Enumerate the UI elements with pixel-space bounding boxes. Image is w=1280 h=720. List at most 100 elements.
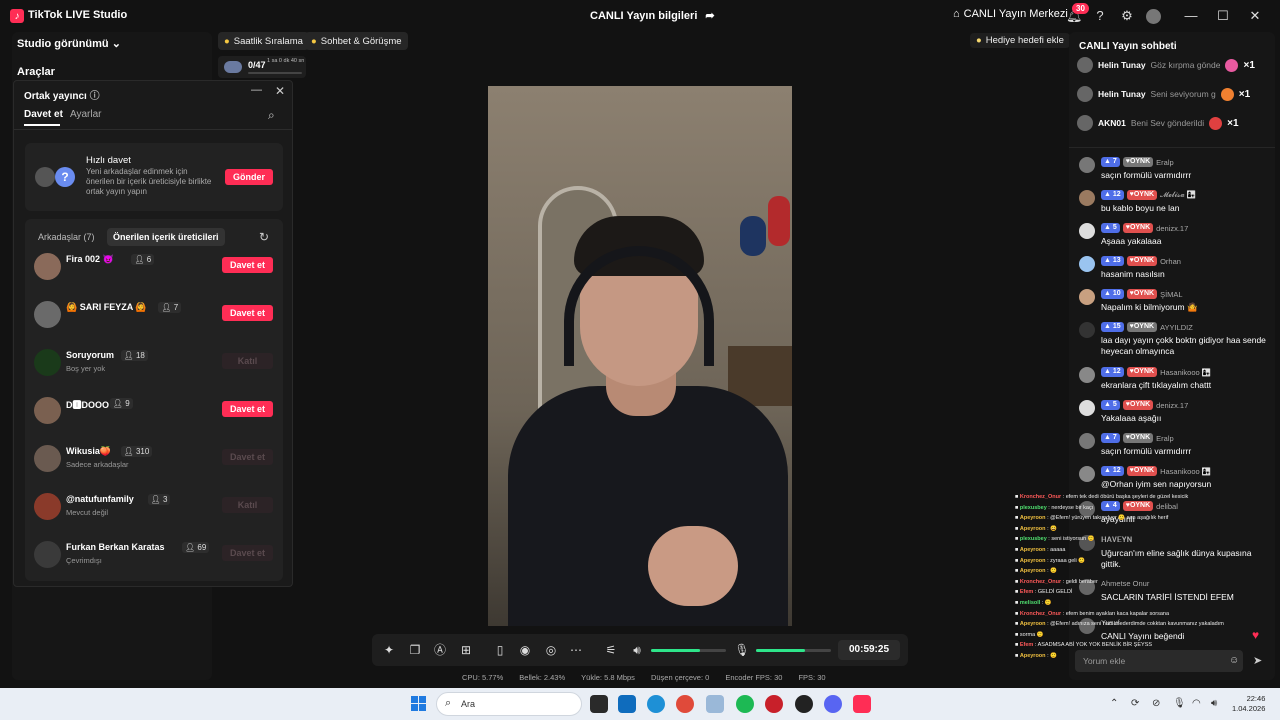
live-center-button[interactable]: ⌂ CANLI Yayın Merkezi (953, 8, 1068, 20)
chat-meet-button[interactable]: ● Sohbet & Görüşme (305, 32, 408, 50)
notification-badge: 30 (1072, 3, 1089, 14)
windows-start-icon[interactable] (411, 696, 427, 712)
close-icon[interactable]: ✕ (275, 84, 285, 98)
avatar[interactable] (1079, 400, 1095, 416)
close-icon[interactable]: ✕ (1247, 8, 1263, 24)
avatar[interactable] (1079, 367, 1095, 383)
wifi-icon[interactable]: ◠ (1192, 698, 1201, 709)
effects-icon[interactable]: ❐ (406, 641, 424, 659)
avatar[interactable] (1079, 223, 1095, 239)
sync-icon[interactable]: ⟳ (1131, 698, 1139, 709)
info-icon[interactable]: ⓘ (90, 91, 100, 102)
phone-icon[interactable]: ▯ (491, 641, 509, 659)
send-button[interactable]: Gönder (225, 169, 273, 185)
tab-settings[interactable]: Ayarlar (70, 109, 102, 120)
hourly-ranking-button[interactable]: ● Saatlik Sıralama (218, 32, 309, 50)
avatar[interactable] (34, 301, 61, 328)
maximize-icon[interactable]: ☐ (1215, 8, 1231, 24)
chat-username[interactable]: denizx.17 (1156, 224, 1188, 233)
media-player-icon[interactable] (765, 695, 783, 713)
heart-icon[interactable]: ♥ (1252, 628, 1259, 642)
invite-button[interactable]: Davet et (222, 305, 273, 321)
level-value: 12 (1112, 368, 1121, 375)
volume-tray-icon[interactable]: 🔊︎ (1211, 698, 1217, 709)
avatar[interactable] (1079, 190, 1095, 206)
avatar[interactable] (34, 541, 61, 568)
refresh-icon[interactable]: ↻ (259, 230, 269, 244)
help-icon[interactable]: ? (1092, 8, 1108, 24)
live-info-button[interactable]: CANLI Yayın bilgileri ➦ (590, 9, 715, 23)
fan-badge: ♥OYNK (1122, 400, 1154, 410)
chrome-icon[interactable] (676, 695, 694, 713)
studio-view-dropdown[interactable]: Studio görünümü ⌄ (17, 37, 121, 50)
avatar[interactable] (1079, 157, 1095, 173)
chat-username[interactable]: Orhan (1160, 257, 1181, 266)
add-gift-goal-button[interactable]: ● Hediye hedefi ekle (970, 33, 1070, 48)
chat-username[interactable]: Eralp (1156, 158, 1174, 167)
avatar[interactable] (1079, 466, 1095, 482)
avatar[interactable] (1079, 433, 1095, 449)
game-app-icon[interactable] (795, 695, 813, 713)
tab-friends[interactable]: Arkadaşlar (7) (38, 232, 95, 242)
avatar[interactable] (1079, 322, 1095, 338)
settings-sliders-icon[interactable]: ⚟ (602, 641, 620, 659)
chevron-up-icon[interactable]: ⌃ (1110, 698, 1118, 709)
ai-icon[interactable]: Ⓐ (431, 641, 449, 659)
gift-user[interactable]: Helin Tunay (1098, 60, 1146, 70)
avatar[interactable] (1077, 86, 1093, 102)
invite-button[interactable]: Davet et (222, 257, 273, 273)
magic-wand-icon[interactable]: ✦ (380, 641, 398, 659)
taskbar-search[interactable]: ⌕ Ara (436, 692, 582, 716)
avatar[interactable] (34, 397, 61, 424)
speaker-volume-slider[interactable] (651, 649, 726, 652)
vpn-icon[interactable]: ⊘ (1152, 698, 1160, 709)
avatar[interactable] (1146, 9, 1161, 24)
gift-user[interactable]: Helin Tunay (1098, 89, 1146, 99)
gift-progress-widget[interactable]: 0/47 1 sa 0 dk 40 sn (218, 56, 306, 78)
spotify-icon[interactable] (736, 695, 754, 713)
chat-username[interactable]: 𝓜𝓮𝓵𝓲𝓼𝓪 👩‍👧 (1160, 190, 1196, 200)
tiktok-taskbar-icon[interactable] (853, 695, 871, 713)
avatar[interactable] (1079, 256, 1095, 272)
chat-username[interactable]: ŞİMAL (1160, 290, 1183, 299)
gift-user[interactable]: AKN01 (1098, 118, 1126, 128)
speaker-icon[interactable]: 🔊︎ (628, 641, 646, 659)
avatar[interactable] (1079, 289, 1095, 305)
chat-username[interactable]: denizx.17 (1156, 401, 1188, 410)
mic-tray-icon[interactable]: 🎙︎ (1173, 698, 1186, 709)
microphone-icon[interactable]: 🎙︎ (733, 641, 751, 659)
overlay-text: : @Efem! yürüyen takımdyor 🙂 sen aşağılı… (1047, 515, 1169, 522)
tab-invite[interactable]: Davet et (24, 109, 63, 126)
share-icon: ➦ (705, 10, 715, 22)
avatar[interactable] (34, 253, 61, 280)
avatar[interactable] (1077, 57, 1093, 73)
gift-item: Helin Tunay Göz kırpma gönde ×1 (1077, 54, 1273, 76)
clock[interactable]: 22:46 1.04.2026 (1232, 694, 1265, 714)
add-source-icon[interactable]: ⊞ (457, 641, 475, 659)
avatar[interactable] (34, 445, 61, 472)
overlay-text: : efem tek dedi öbürü başka şeyleri de g… (1062, 494, 1189, 500)
camera-switch-icon[interactable]: ◎ (542, 641, 560, 659)
minimize-icon[interactable]: — (251, 84, 262, 96)
mic-volume-slider[interactable] (756, 649, 831, 652)
network-app-icon[interactable] (706, 695, 724, 713)
chat-username[interactable]: Eralp (1156, 434, 1174, 443)
avatar[interactable] (34, 493, 61, 520)
invite-button[interactable]: Davet et (222, 401, 273, 417)
minimize-icon[interactable]: — (1183, 8, 1199, 23)
chat-username[interactable]: AYYILDIZ (1160, 323, 1193, 332)
avatar[interactable] (1077, 115, 1093, 131)
more-icon[interactable]: ⋯ (567, 641, 585, 659)
record-icon[interactable]: ◉ (516, 641, 534, 659)
discord-icon[interactable] (824, 695, 842, 713)
chat-username[interactable]: Hasanikooo 👩‍👧 (1160, 467, 1211, 476)
send-icon[interactable]: ➤ (1253, 654, 1262, 667)
search-icon[interactable]: ⌕ (268, 108, 275, 123)
gear-icon[interactable]: ⚙ (1119, 8, 1135, 24)
outlook-icon[interactable] (618, 695, 636, 713)
avatar[interactable] (34, 349, 61, 376)
terminal-icon[interactable] (590, 695, 608, 713)
tab-suggested[interactable]: Önerilen içerik üreticileri (107, 228, 225, 246)
chat-username[interactable]: Hasanikooo 👩‍👧 (1160, 368, 1211, 377)
edge-icon[interactable] (647, 695, 665, 713)
